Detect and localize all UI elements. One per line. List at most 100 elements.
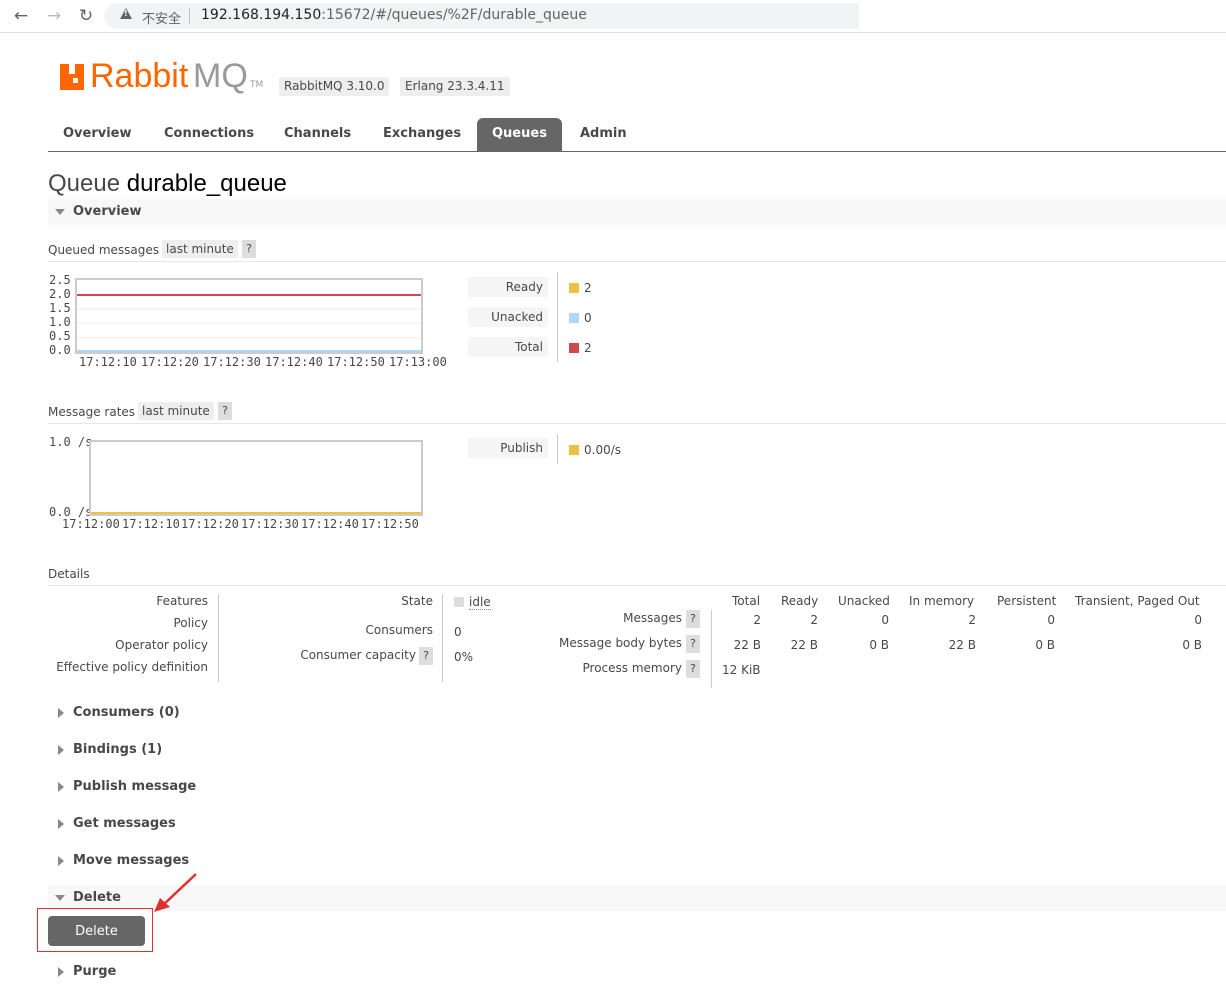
legend-divider	[557, 434, 558, 464]
tab-connections[interactable]: Connections	[164, 118, 254, 151]
body-bytes-row-label: Message body bytes	[559, 636, 682, 650]
legend-unacked-label[interactable]: Unacked	[468, 307, 548, 327]
publish-message-section-label: Publish message	[73, 779, 197, 794]
logo-mq-text: MQ	[193, 57, 248, 95]
tab-admin[interactable]: Admin	[580, 118, 627, 151]
y-tick: 2.5	[49, 273, 71, 287]
table-cell: 2	[753, 613, 761, 627]
erlang-version-badge: Erlang 23.3.4.11	[400, 77, 510, 96]
process-memory-help-button[interactable]: ?	[686, 660, 700, 678]
tab-overview[interactable]: Overview	[63, 118, 132, 151]
unacked-swatch	[569, 313, 579, 323]
legend-unacked-value: 0	[569, 311, 592, 325]
triangle-down-icon	[55, 895, 65, 901]
unacked-count: 0	[584, 311, 592, 325]
messages-help-button[interactable]: ?	[686, 610, 700, 628]
triangle-right-icon	[58, 819, 64, 829]
state-value: idle	[454, 595, 491, 610]
purge-section-label: Purge	[73, 964, 117, 979]
y-tick: 1.0 /s	[49, 435, 93, 449]
state-label: State	[401, 594, 433, 608]
features-label: Features	[156, 594, 208, 608]
browser-toolbar: ← → ↻ ! 不安全 192.168.194.150:15672/#/queu…	[0, 0, 1226, 33]
tab-channels[interactable]: Channels	[284, 118, 351, 151]
x-tick: 17:12:40	[265, 355, 323, 369]
bindings-section-toggle[interactable]: Bindings (1)	[48, 740, 248, 762]
message-rates-header: Message rates last minute ?	[48, 401, 1226, 424]
legend-total-label[interactable]: Total	[468, 337, 548, 357]
triangle-right-icon	[58, 856, 64, 866]
overview-section-label: Overview	[73, 204, 142, 219]
legend-total-value: 2	[569, 341, 592, 355]
reload-icon[interactable]: ↻	[75, 5, 97, 27]
delete-queue-button[interactable]: Delete Queue	[48, 916, 145, 969]
rates-help-button[interactable]: ?	[218, 402, 232, 420]
warning-icon: !	[120, 8, 132, 19]
delete-section-toggle[interactable]: Delete	[48, 885, 1226, 911]
publish-message-section-toggle[interactable]: Publish message	[48, 777, 248, 799]
queued-help-button[interactable]: ?	[242, 240, 256, 258]
legend-ready-label[interactable]: Ready	[468, 277, 548, 297]
consumers-label: Consumers	[365, 623, 433, 637]
purge-section-toggle[interactable]: Purge	[48, 962, 248, 984]
tab-queues[interactable]: Queues	[477, 118, 562, 151]
table-cell: 12 KiB	[722, 663, 761, 677]
x-tick: 17:12:50	[361, 517, 419, 531]
consumers-section-label: Consumers (0)	[73, 705, 180, 720]
table-cell: 0 B	[1035, 638, 1055, 652]
consumer-capacity-value: 0%	[454, 650, 474, 664]
table-cell: 22 B	[790, 638, 818, 652]
y-tick: 0.5	[49, 329, 71, 343]
consumer-capacity-label: Consumer capacity	[300, 648, 416, 662]
rabbitmq-version-badge: RabbitMQ 3.10.0	[279, 77, 390, 96]
y-tick: 1.5	[49, 301, 71, 315]
queue-name: durable_queue	[126, 170, 287, 197]
rates-range-selector[interactable]: last minute	[138, 402, 214, 420]
get-messages-section-label: Get messages	[73, 816, 176, 831]
col-unacked-header: Unacked	[838, 594, 890, 608]
body-bytes-help-button[interactable]: ?	[686, 635, 700, 653]
queued-messages-label: Queued messages	[48, 243, 160, 257]
messages-row-label: Messages	[623, 611, 682, 625]
triangle-right-icon	[58, 967, 64, 977]
policy-label: Policy	[173, 616, 208, 630]
move-messages-section-toggle[interactable]: Move messages	[48, 851, 248, 873]
total-count: 2	[584, 341, 592, 355]
x-tick: 17:12:20	[141, 355, 199, 369]
total-swatch	[569, 343, 579, 353]
queued-range-selector[interactable]: last minute	[162, 240, 238, 258]
capacity-help-button[interactable]: ?	[419, 647, 433, 665]
rabbit-logo-icon	[60, 64, 84, 90]
address-separator	[189, 8, 190, 24]
overview-section-toggle[interactable]: Overview	[48, 199, 1226, 225]
x-tick: 17:12:30	[203, 355, 261, 369]
ready-swatch	[569, 283, 579, 293]
forward-arrow-icon[interactable]: →	[43, 5, 65, 27]
ready-count: 2	[584, 281, 592, 295]
y-tick: 2.0	[49, 287, 71, 301]
back-arrow-icon[interactable]: ←	[10, 5, 32, 27]
x-tick: 17:12:50	[327, 355, 385, 369]
table-cell: 2	[810, 613, 818, 627]
main-tabs: Overview Connections Channels Exchanges …	[48, 118, 1226, 152]
message-rates-label: Message rates	[48, 405, 136, 419]
address-bar[interactable]: ! 不安全 192.168.194.150:15672/#/queues/%2F…	[104, 3, 859, 29]
tab-exchanges[interactable]: Exchanges	[383, 118, 461, 151]
process-memory-row-label: Process memory	[582, 661, 682, 675]
logo-rabbit-text: Rabbit	[90, 57, 189, 95]
publish-rate: 0.00/s	[584, 443, 622, 457]
delete-section-label: Delete	[73, 890, 121, 905]
col-transient-header: Transient, Paged Out	[1075, 594, 1200, 608]
consumers-section-toggle[interactable]: Consumers (0)	[48, 703, 248, 725]
col-persistent-header: Persistent	[997, 594, 1057, 608]
x-tick: 17:12:00	[62, 517, 120, 531]
bindings-section-label: Bindings (1)	[73, 742, 163, 757]
table-cell: 0 B	[869, 638, 889, 652]
url-text: 192.168.194.150:15672/#/queues/%2F/durab…	[201, 7, 587, 23]
get-messages-section-toggle[interactable]: Get messages	[48, 814, 248, 836]
message-rates-plot	[91, 512, 421, 514]
table-cell: 22 B	[948, 638, 976, 652]
page-title: Queue durable_queue	[48, 170, 287, 198]
logo-tm-text: TM	[250, 80, 264, 90]
legend-publish-label[interactable]: Publish	[468, 438, 548, 458]
